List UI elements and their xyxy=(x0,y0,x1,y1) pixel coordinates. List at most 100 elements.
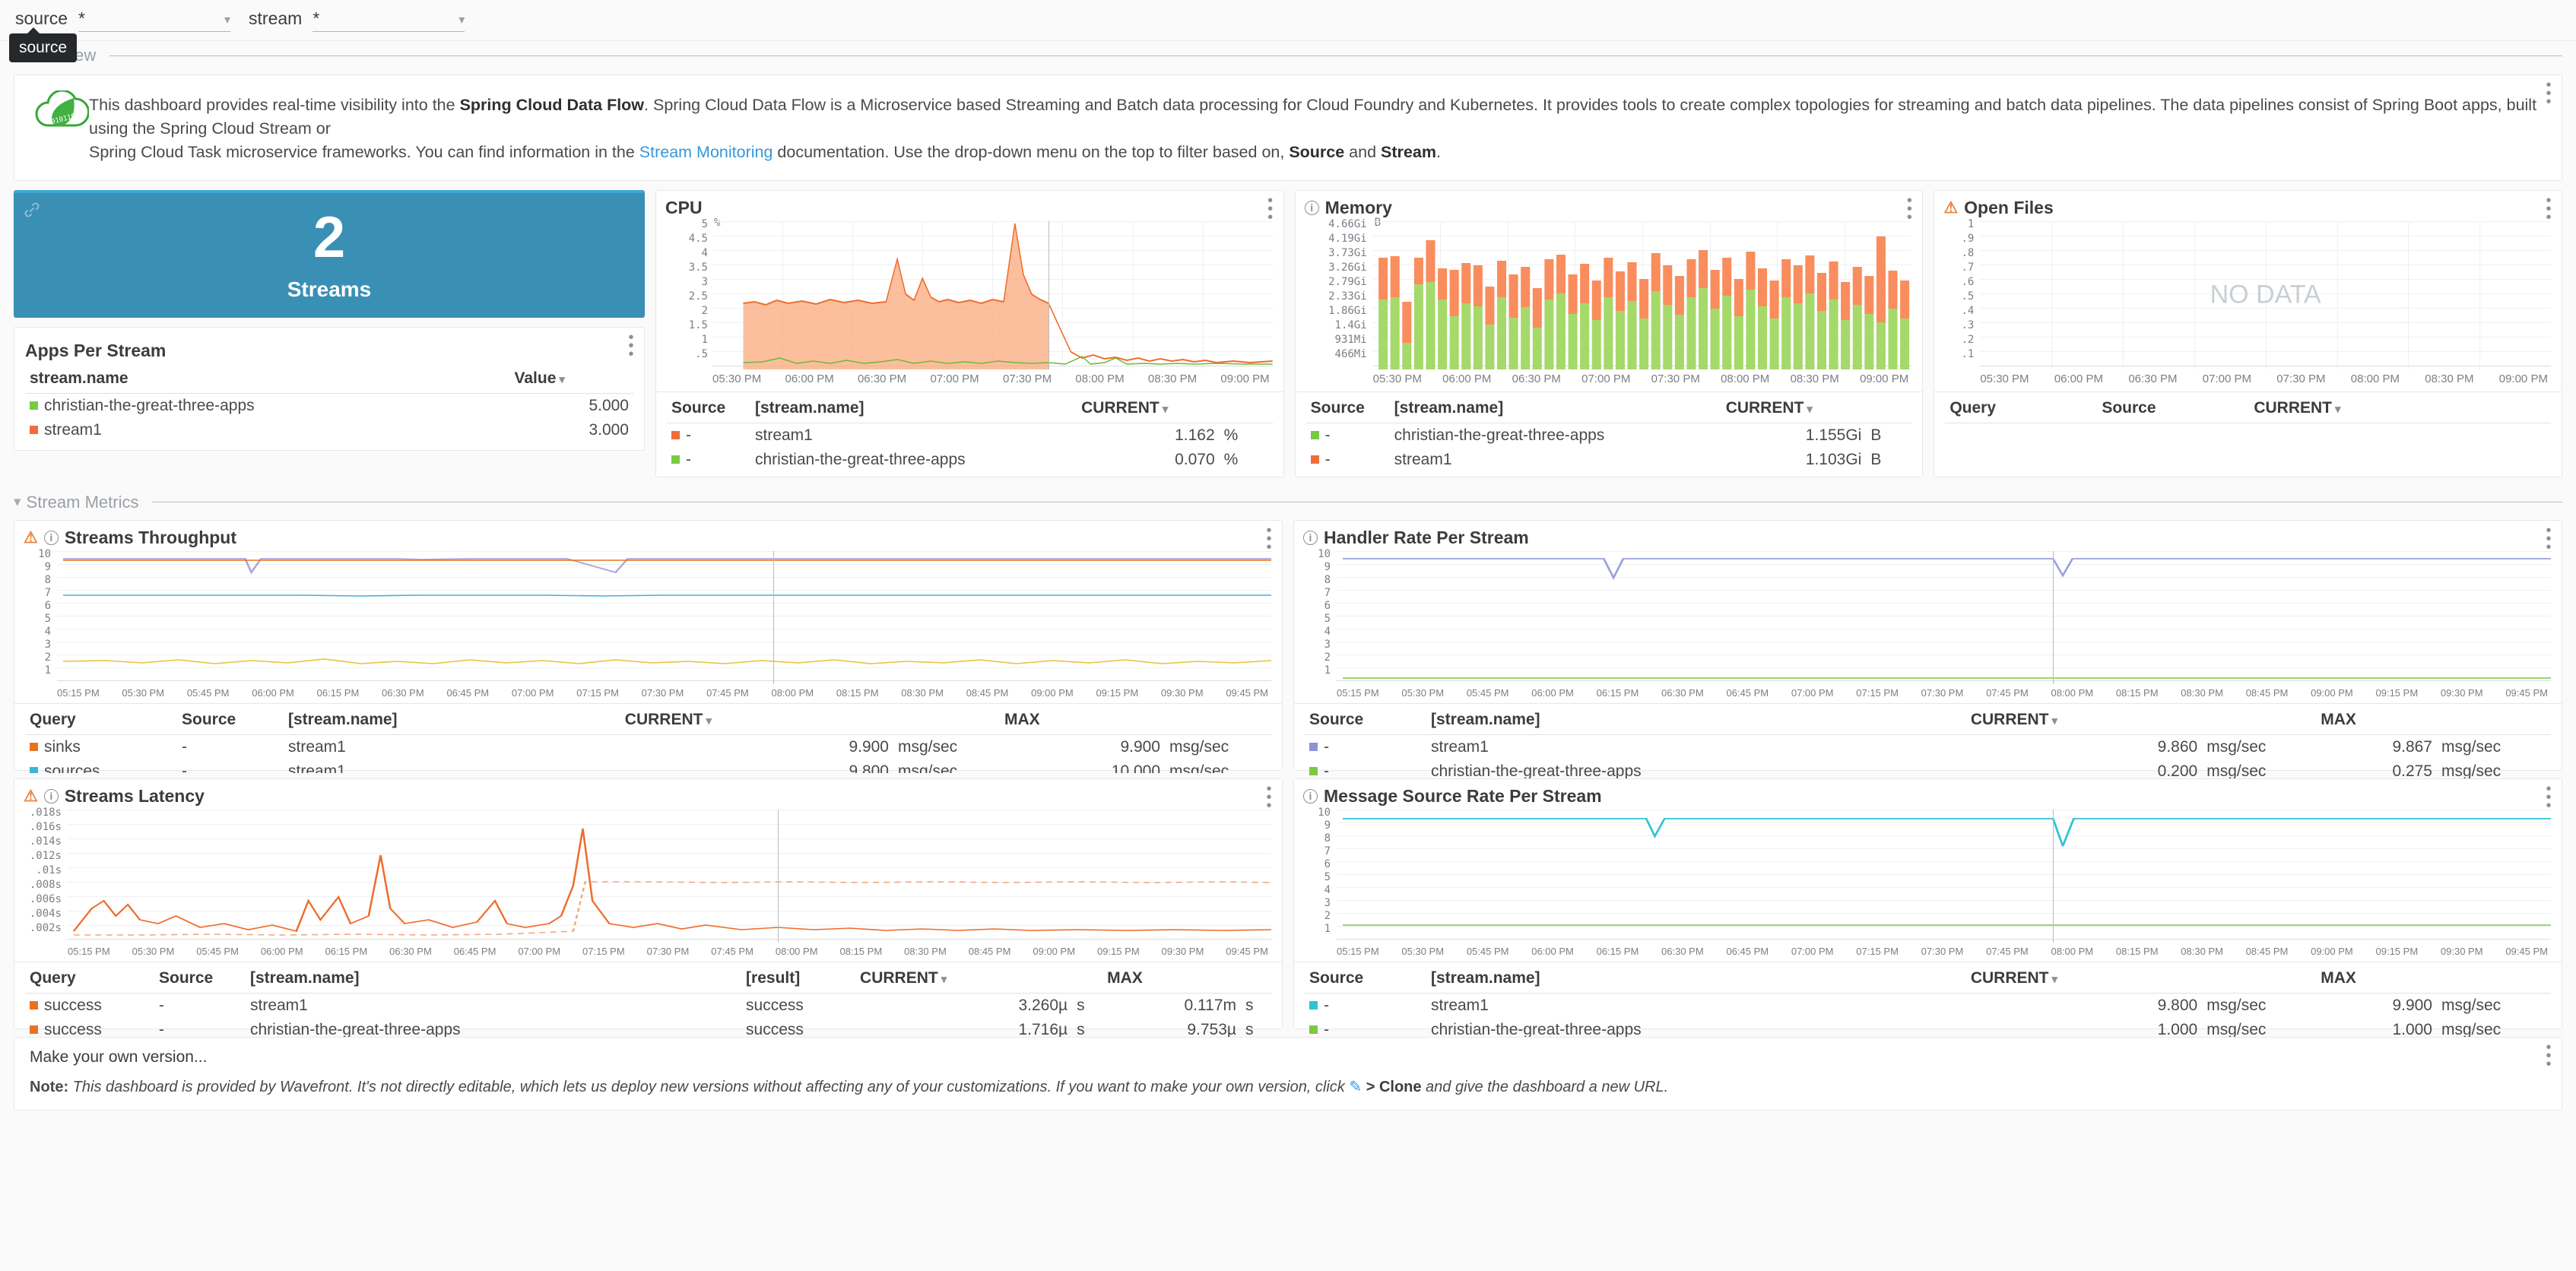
chart-cursor xyxy=(773,550,775,684)
table-row[interactable]: - stream1 1.103Gi B xyxy=(1306,448,1912,472)
variable-stream-select[interactable]: * ▾ xyxy=(312,8,465,32)
table-row[interactable]: sources - stream1 9.800 msg/sec 10.000 m… xyxy=(25,759,1271,773)
y-tick: .1 xyxy=(1961,347,1975,360)
col-value[interactable]: Value ▾ xyxy=(509,363,633,394)
chart-cursor xyxy=(2053,550,2054,684)
y-tick: 6 xyxy=(1324,599,1331,612)
x-tick: 07:00 PM xyxy=(1581,372,1631,385)
panel-menu-icon[interactable]: • • • xyxy=(1264,523,1274,555)
x-tick: 08:00 PM xyxy=(1075,372,1125,385)
series-swatch xyxy=(30,401,38,410)
panel-menu-icon[interactable]: • • • xyxy=(626,330,636,362)
variable-source[interactable]: source * ▾ xyxy=(15,8,231,32)
chevron-down-icon[interactable]: ▾ xyxy=(14,493,21,511)
y-tick: 3.73Gi xyxy=(1328,246,1367,259)
section-stream-metrics[interactable]: ▾ Stream Metrics xyxy=(0,488,2576,514)
table-header-row: Query Source [stream.name] CURRENT ▾ MAX xyxy=(25,705,1271,735)
memory-row-stream: stream1 xyxy=(1394,450,1452,468)
streams-throughput-chart[interactable]: 10 9 8 7 6 5 4 3 2 1 xyxy=(38,548,1271,684)
clone-link[interactable]: > Clone xyxy=(1366,1079,1422,1095)
table-row[interactable]: success - stream1 success 3.260µ s 0.117… xyxy=(25,993,1271,1018)
y-tick: 2 xyxy=(1324,651,1331,664)
x-tick: 09:15 PM xyxy=(2375,945,2419,957)
section-stream-metrics-title: Stream Metrics xyxy=(26,492,139,512)
x-tick: 05:30 PM xyxy=(1401,945,1445,957)
section-overview[interactable]: ▾ Overview xyxy=(0,41,2576,67)
col-current[interactable]: CURRENT ▾ xyxy=(1077,393,1220,423)
table-row[interactable]: - stream1 9.860 msg/sec 9.867 msg/sec xyxy=(1305,734,2551,759)
x-tick: 08:45 PM xyxy=(2245,945,2289,957)
variable-stream[interactable]: stream * ▾ xyxy=(249,8,465,32)
table-row[interactable]: christian-the-great-three-apps 5.000 xyxy=(25,393,633,418)
message-source-rate-chart[interactable]: 10 9 8 7 6 5 4 3 2 1 xyxy=(1318,807,2551,943)
col-stream-name: [stream.name] xyxy=(1389,393,1721,423)
table-row[interactable]: - stream1 9.800 msg/sec 9.900 msg/sec xyxy=(1305,993,2551,1018)
desc-line2-a: Spring Cloud Task microservice framework… xyxy=(89,143,639,162)
panel-menu-icon[interactable]: • • • xyxy=(2543,78,2554,109)
x-tick: 09:45 PM xyxy=(1226,945,1268,957)
hr-row-stream: stream1 xyxy=(1431,737,1489,756)
apps-per-stream-card: • • • Apps Per Stream stream.name Value ▾ c… xyxy=(14,326,645,451)
x-tick: 05:45 PM xyxy=(1466,945,1509,957)
col-current[interactable]: CURRENT ▾ xyxy=(620,705,893,735)
col-stream-name[interactable]: stream.name xyxy=(25,363,510,394)
x-tick: 06:30 PM xyxy=(857,372,907,385)
apps-per-stream-table: stream.name Value ▾ christian-the-great-t… xyxy=(25,363,633,442)
memory-chart[interactable]: 4.66Gi 4.19Gi 3.73Gi 3.26Gi 2.79Gi 2.33G… xyxy=(1328,217,1912,369)
panel-menu-icon[interactable]: • • • xyxy=(1264,781,1274,813)
info-icon: i xyxy=(1303,788,1318,803)
col-current[interactable]: CURRENT ▾ xyxy=(1965,705,2203,735)
table-header-row: Source [stream.name] CURRENT ▾ MAX xyxy=(1305,705,2551,735)
x-tick: 09:30 PM xyxy=(2440,945,2483,957)
x-tick: 06:00 PM xyxy=(1442,372,1492,385)
x-tick: 08:45 PM xyxy=(968,945,1011,957)
section-divider xyxy=(109,55,2562,56)
streams-latency-chart[interactable]: .018s .016s .014s .012s .01s .008s .006s… xyxy=(30,807,1271,943)
x-tick: 06:15 PM xyxy=(1596,945,1639,957)
col-source: Source xyxy=(154,963,246,994)
col-max-unit xyxy=(2437,963,2551,994)
stream-monitoring-link[interactable]: Stream Monitoring xyxy=(639,143,773,161)
x-tick: 07:45 PM xyxy=(711,945,753,957)
throughput-legend-table: Query Source [stream.name] CURRENT ▾ MAX … xyxy=(25,705,1271,773)
panel-menu-icon[interactable]: • • • xyxy=(2543,1040,2554,1072)
handler-rate-chart[interactable]: 10 9 8 7 6 5 4 3 2 1 xyxy=(1318,548,2551,684)
y-tick: 1.5 xyxy=(688,319,708,331)
y-tick: 1.4Gi xyxy=(1334,319,1367,331)
table-row[interactable]: sinks - stream1 9.900 msg/sec 9.900 msg/… xyxy=(25,734,1271,759)
table-header-row: Source [stream.name] CURRENT ▾ MAX xyxy=(1305,963,2551,994)
panel-menu-icon[interactable]: • • • xyxy=(1265,193,1276,225)
open-files-chart[interactable]: 1 .9 .8 .7 .6 .5 .4 .3 .2 .1 NO DATA xyxy=(1961,218,2552,369)
tp-row-current: 9.800 xyxy=(849,762,889,773)
col-current[interactable]: CURRENT ▾ xyxy=(1721,393,1867,423)
streams-count-stat[interactable]: 2 Streams xyxy=(14,189,645,318)
col-current[interactable]: CURRENT ▾ xyxy=(855,963,1073,994)
streams-latency-title: ⚠ i Streams Latency xyxy=(24,785,205,806)
variable-bar: source * ▾ stream * ▾ source xyxy=(0,0,2576,62)
x-tick: 07:00 PM xyxy=(1791,945,1834,957)
col-current[interactable]: CURRENT ▾ xyxy=(1965,963,2203,994)
table-row[interactable]: stream1 3.000 xyxy=(25,418,633,442)
variable-source-select[interactable]: * ▾ xyxy=(78,8,231,32)
series-swatch xyxy=(30,1001,38,1010)
x-tick: 08:00 PM xyxy=(2051,945,2094,957)
panel-menu-icon[interactable]: • • • xyxy=(2543,523,2554,555)
tp-row-query: sources xyxy=(25,759,177,773)
tp-row-source: - xyxy=(182,737,187,756)
desc-source-bold: Source xyxy=(1289,143,1345,162)
link-icon[interactable] xyxy=(23,201,41,223)
table-row[interactable]: - christian-the-great-three-apps 1.155Gi… xyxy=(1306,423,1912,448)
cpu-chart[interactable]: 5 4.5 4 3.5 3 2.5 2 1.5 1 .5 % xyxy=(689,217,1273,369)
panel-menu-icon[interactable]: • • • xyxy=(1904,193,1915,225)
x-tick: 07:30 PM xyxy=(1921,945,1964,957)
table-row[interactable]: - stream1 1.162 % xyxy=(667,423,1273,448)
pencil-icon[interactable]: ✎ xyxy=(1349,1079,1362,1095)
panel-menu-icon[interactable]: • • • xyxy=(2543,781,2554,813)
col-current[interactable]: CURRENT ▾ xyxy=(2249,393,2552,423)
panel-menu-icon[interactable]: • • • xyxy=(2543,193,2554,225)
tp-row-max: 9.900 xyxy=(1120,737,1160,756)
lat-row-query: success xyxy=(25,993,154,1018)
x-tick: 08:30 PM xyxy=(2181,686,2223,699)
col-max-unit xyxy=(1165,705,1271,735)
table-row[interactable]: - christian-the-great-three-apps 0.070 % xyxy=(667,448,1273,472)
